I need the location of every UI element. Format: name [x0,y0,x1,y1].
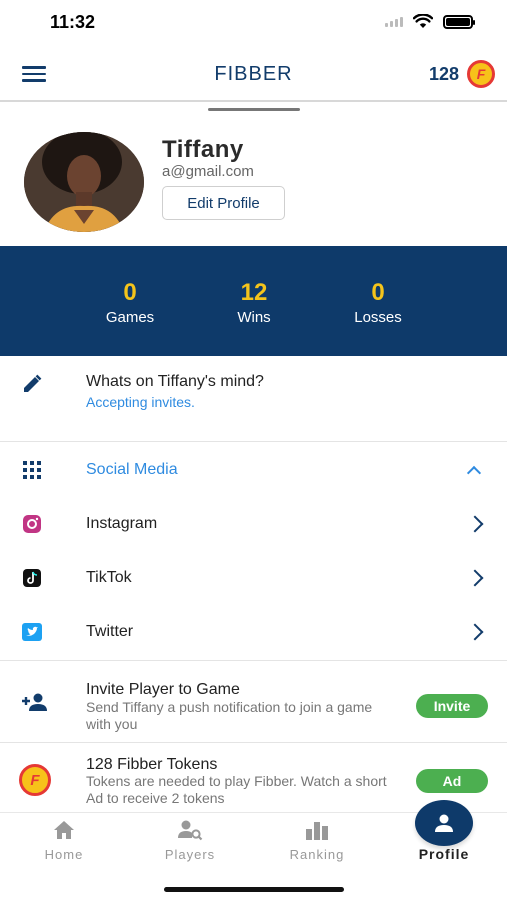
battery-icon [443,14,475,29]
drag-handle[interactable] [208,108,300,111]
tokens-row: F 128 Fibber Tokens Tokens are needed to… [0,743,507,811]
invite-title: Invite Player to Game [86,681,240,698]
tab-ranking[interactable]: Ranking [272,819,362,862]
profile-icon [435,814,453,832]
invite-button[interactable]: Invite [416,694,488,718]
chevron-right-icon [466,623,484,641]
instagram-icon [20,512,44,536]
chevron-right-icon [466,515,484,533]
wifi-icon [413,14,433,28]
profile-email: a@gmail.com [162,163,254,180]
fibber-coin-icon[interactable]: F [467,60,495,88]
divider [0,660,507,661]
divider [0,441,507,442]
tiktok-icon [20,566,44,590]
pencil-icon [20,372,44,396]
social-media-header[interactable]: Social Media [0,445,507,495]
coin-letter: F [30,771,40,789]
mind-row[interactable]: Whats on Tiffany's mind? Accepting invit… [0,356,507,442]
invite-description: Send Tiffany a push notification to join… [86,699,373,732]
social-item-tiktok[interactable]: TikTok [0,553,507,603]
ranking-icon [306,822,328,840]
tab-label: Ranking [289,847,345,862]
social-item-instagram[interactable]: Instagram [0,499,507,549]
social-item-label: TikTok [86,569,132,586]
mind-status: Accepting invites. [86,394,195,410]
twitter-icon [20,620,44,644]
social-item-twitter[interactable]: Twitter [0,607,507,657]
coin-letter: F [476,66,486,82]
stat-value: 0 [123,279,137,306]
stat-label: Games [105,309,155,326]
add-person-icon [20,690,50,714]
tokens-description: Tokens are needed to play Fibber. Watch … [86,773,387,806]
avatar [24,132,144,232]
home-indicator [164,887,344,892]
status-bar: 11:32 [0,0,507,46]
home-icon [54,821,74,839]
social-media-title: Social Media [86,461,178,478]
mind-title: Whats on Tiffany's mind? [86,373,264,390]
stats-panel: 0 Games 12 Wins 0 Losses [0,246,507,356]
signal-icon [385,16,403,27]
fibber-coin-icon: F [19,764,51,796]
chevron-up-icon[interactable] [466,465,482,481]
app-header: FIBBER 128 F [0,46,507,102]
tokens-title: 128 Fibber Tokens [86,756,218,773]
tab-profile[interactable] [415,800,473,846]
stat-label: Losses [354,309,402,326]
grid-icon [20,458,44,482]
stat-wins: 12 Wins [204,279,304,326]
chevron-right-icon [466,569,484,587]
stat-value: 12 [240,279,268,306]
header-token-count: 128 [428,64,459,84]
stat-label: Wins [237,309,271,326]
stat-losses: 0 Losses [328,279,428,326]
social-item-label: Twitter [86,623,134,640]
tab-profile-label: Profile [418,846,470,862]
tab-home[interactable]: Home [19,819,109,862]
status-time: 11:32 [50,12,96,32]
players-search-icon [178,820,203,841]
watch-ad-button[interactable]: Ad [416,769,488,793]
profile-name: Tiffany [162,136,244,163]
social-item-label: Instagram [86,515,158,532]
edit-profile-button[interactable]: Edit Profile [162,186,285,220]
tab-label: Home [44,847,84,862]
tab-label: Players [164,847,216,862]
tab-players[interactable]: Players [145,819,235,862]
status-icons [385,14,475,29]
invite-row: Invite Player to Game Send Tiffany a pus… [0,662,507,742]
stat-games: 0 Games [80,279,180,326]
stat-value: 0 [371,279,385,306]
